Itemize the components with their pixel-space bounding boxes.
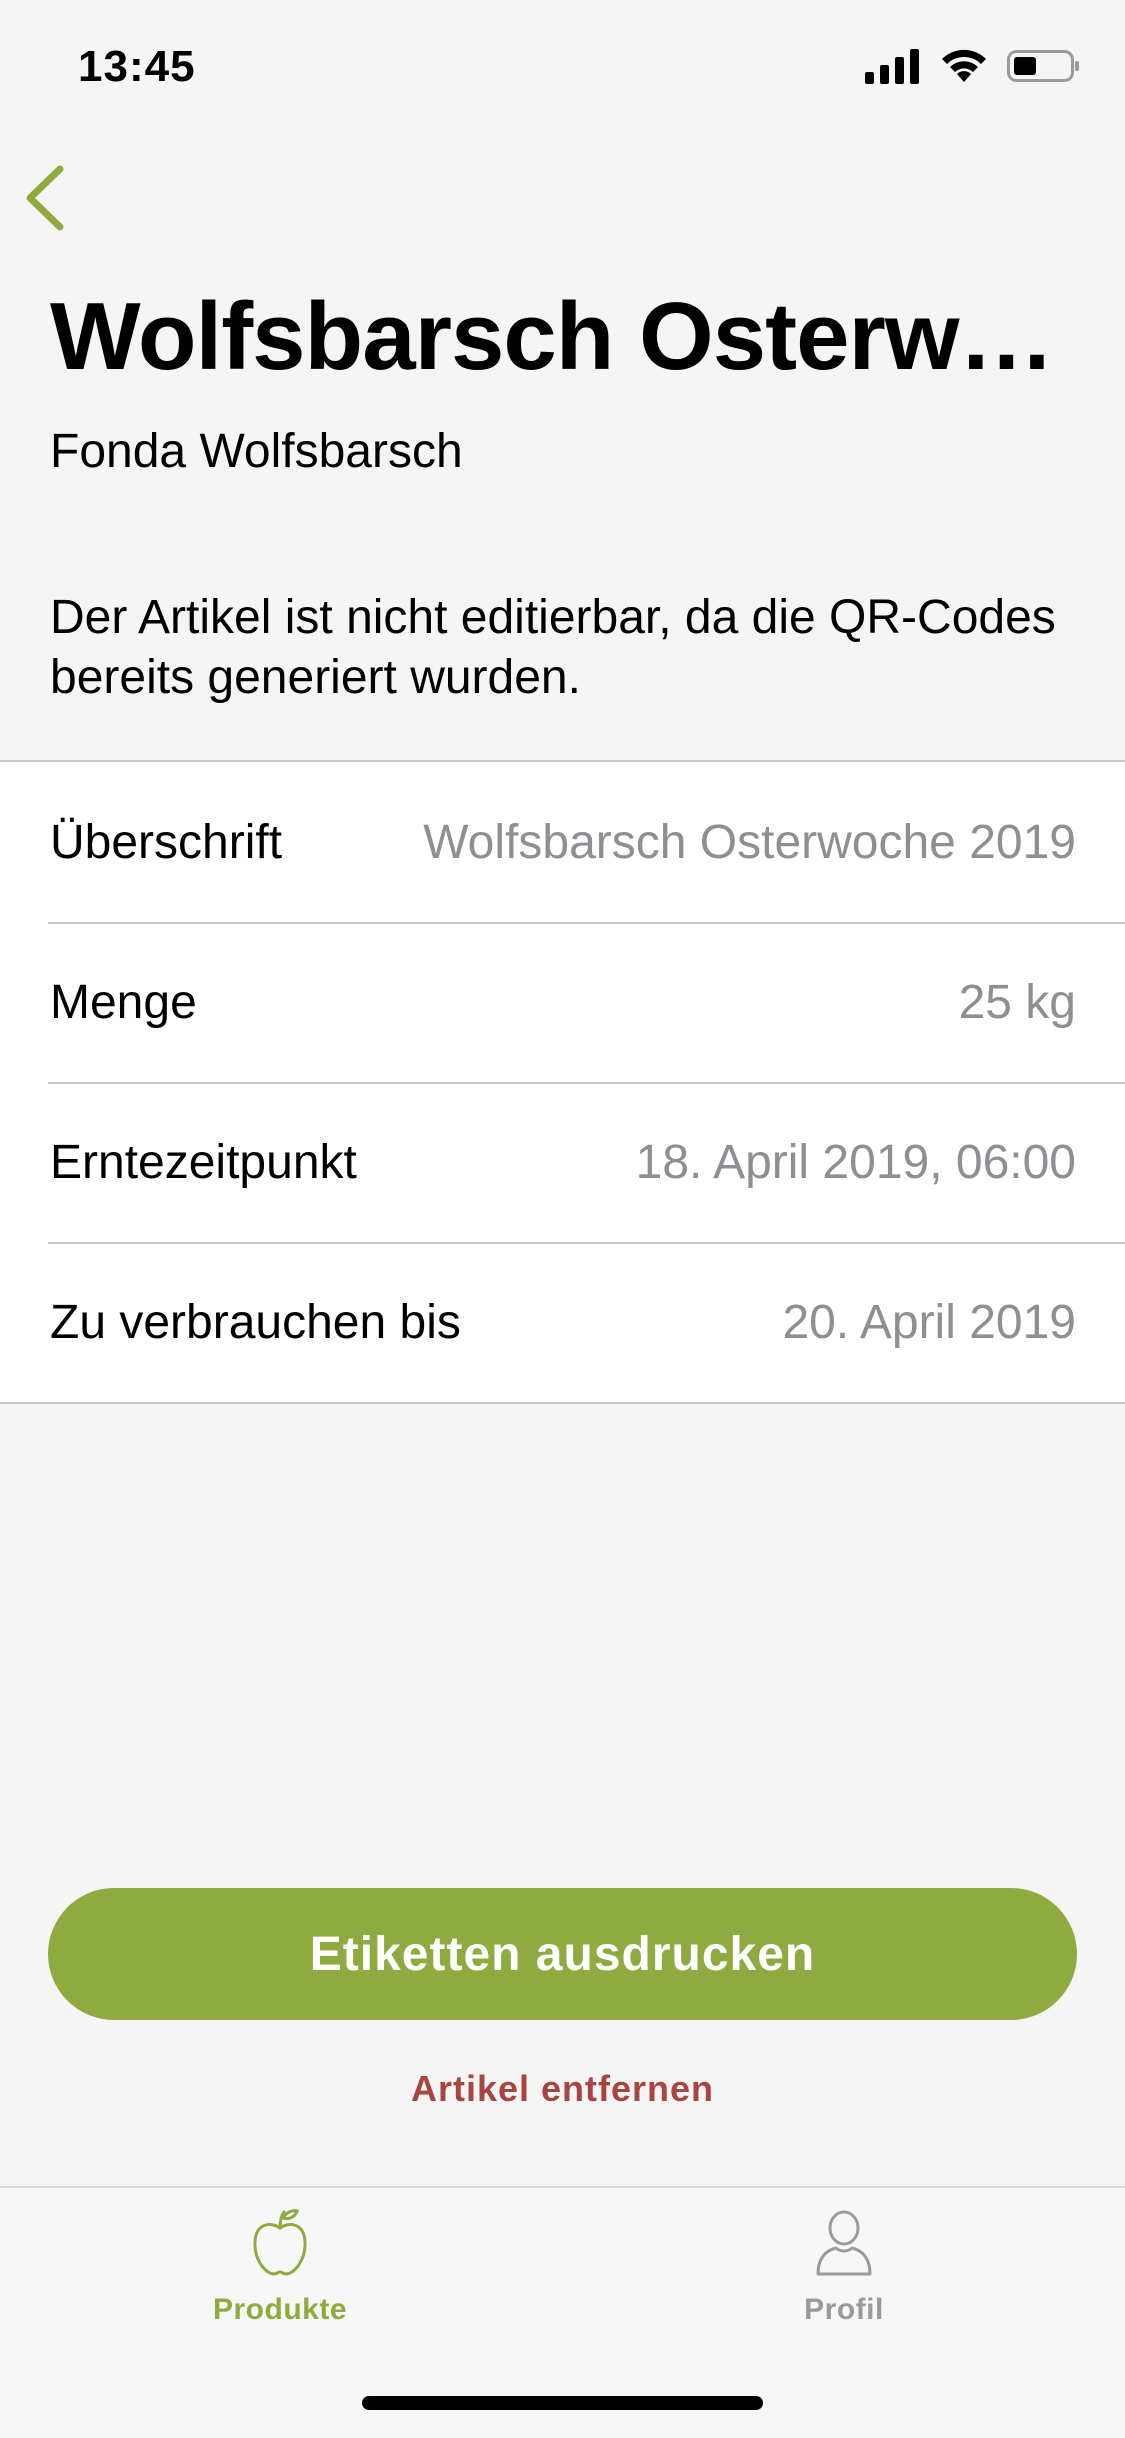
status-bar: 13:45 xyxy=(0,0,1125,140)
battery-icon xyxy=(1007,48,1081,89)
detail-value: 20. April 2019 xyxy=(782,1295,1076,1349)
detail-value: 18. April 2019, 06:00 xyxy=(635,1135,1076,1189)
detail-row-quantity: Menge 25 kg xyxy=(0,922,1125,1082)
person-icon xyxy=(814,2208,874,2283)
status-icons xyxy=(865,48,1081,88)
home-indicator xyxy=(362,2396,763,2410)
tab-label: Profil xyxy=(804,2293,884,2326)
print-labels-button[interactable]: Etiketten ausdrucken xyxy=(48,1888,1077,2020)
detail-value: Wolfsbarsch Osterwoche 2019 xyxy=(423,815,1076,869)
tab-label: Produkte xyxy=(212,2293,348,2326)
tab-profile[interactable]: Profil xyxy=(694,2208,994,2327)
detail-table: Überschrift Wolfsbarsch Osterwoche 2019 … xyxy=(0,760,1125,1404)
detail-label: Erntezeitpunkt xyxy=(50,1135,357,1189)
detail-label: Überschrift xyxy=(50,815,283,869)
page-subtitle: Fonda Wolfsbarsch xyxy=(50,425,463,478)
detail-row-best-before: Zu verbrauchen bis 20. April 2019 xyxy=(0,1242,1125,1402)
detail-label: Zu verbrauchen bis xyxy=(50,1295,461,1349)
detail-value: 25 kg xyxy=(958,975,1076,1029)
page-title: Wolfsbarsch Osterwoche 2019 xyxy=(50,283,1080,390)
remove-article-button[interactable]: Artikel entfernen xyxy=(0,2068,1125,2110)
detail-label: Menge xyxy=(50,975,197,1029)
detail-row-heading: Überschrift Wolfsbarsch Osterwoche 2019 xyxy=(0,762,1125,922)
tab-products[interactable]: Produkte xyxy=(130,2208,430,2327)
apple-icon xyxy=(250,2208,310,2283)
chevron-left-icon xyxy=(22,165,66,236)
detail-row-harvest-time: Erntezeitpunkt 18. April 2019, 06:00 xyxy=(0,1082,1125,1242)
wifi-icon xyxy=(939,48,989,89)
status-time: 13:45 xyxy=(78,42,196,91)
cellular-signal-icon xyxy=(865,48,921,89)
info-message: Der Artikel ist nicht editierbar, da die… xyxy=(50,591,1056,704)
back-button[interactable] xyxy=(22,160,92,240)
